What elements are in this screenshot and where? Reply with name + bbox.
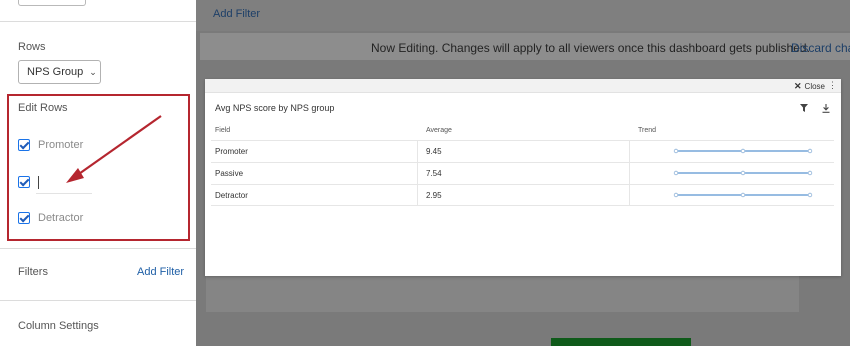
- filters-label: Filters: [18, 266, 48, 278]
- sidebar: Rows NPS Group ⌄ Edit Rows Promoter Detr…: [0, 0, 196, 346]
- row-average: 2.95: [426, 191, 442, 200]
- widget-panel-behind: [206, 272, 799, 312]
- banner-text: Now Editing. Changes will apply to all v…: [371, 41, 810, 55]
- row-average: 9.45: [426, 147, 442, 156]
- download-icon[interactable]: [822, 104, 830, 113]
- table-header: Field Average Trend: [211, 123, 834, 140]
- cell-divider: [417, 163, 418, 184]
- table-row: Passive 7.54: [211, 162, 834, 184]
- table-row: Promoter 9.45: [211, 140, 834, 162]
- row-field: Detractor: [215, 191, 248, 200]
- cell-divider: [417, 185, 418, 206]
- rows-label: Rows: [18, 41, 46, 53]
- row-average: 7.54: [426, 169, 442, 178]
- rows-select-value: NPS Group: [27, 66, 84, 78]
- edit-rows-label: Edit Rows: [18, 102, 68, 114]
- editing-banner: Now Editing. Changes will apply to all v…: [200, 33, 850, 60]
- close-button[interactable]: ✕ Close: [794, 81, 825, 92]
- divider: [0, 300, 196, 301]
- filter-toolbar: [196, 0, 850, 31]
- more-options-icon[interactable]: ⋮: [828, 80, 837, 91]
- edit-row-label[interactable]: Detractor: [38, 212, 83, 224]
- divider: [0, 248, 196, 249]
- close-label: Close: [804, 82, 825, 91]
- divider: [0, 21, 196, 22]
- add-filter-link[interactable]: Add Filter: [137, 266, 184, 278]
- checkbox-checked-icon[interactable]: [18, 139, 30, 151]
- edit-row-passive[interactable]: [18, 176, 38, 188]
- checkbox-checked-icon[interactable]: [18, 212, 30, 224]
- publish-button[interactable]: [551, 338, 691, 346]
- discard-changes-link[interactable]: Discard char: [791, 41, 850, 55]
- trend-sparkline: [673, 148, 813, 154]
- column-header-field: Field: [215, 127, 231, 134]
- rows-select[interactable]: NPS Group ⌄: [18, 60, 101, 84]
- widget-title: Avg NPS score by NPS group: [215, 103, 335, 113]
- cell-divider: [417, 141, 418, 162]
- edit-row-label[interactable]: Promoter: [38, 139, 83, 151]
- row-field: Passive: [215, 169, 244, 178]
- trend-sparkline: [673, 192, 813, 198]
- edit-row-promoter[interactable]: Promoter: [18, 139, 83, 151]
- widget-edit-modal: ✕ Close ⋮ Avg NPS score by NPS group Fie…: [205, 79, 841, 276]
- column-header-average: Average: [426, 127, 452, 134]
- chevron-down-icon: ⌄: [89, 66, 97, 77]
- close-icon: ✕: [794, 81, 802, 91]
- table-row: Detractor 2.95: [211, 184, 834, 206]
- text-caret: [38, 176, 39, 189]
- cell-divider: [629, 163, 630, 184]
- top-dropdown-partial[interactable]: [18, 0, 86, 6]
- add-filter-top-link[interactable]: Add Filter: [213, 8, 260, 20]
- column-header-trend: Trend: [638, 127, 657, 134]
- edit-row-detractor[interactable]: Detractor: [18, 212, 83, 224]
- cell-divider: [629, 185, 630, 206]
- nps-table: Field Average Trend Promoter 9.45 Passiv…: [211, 123, 834, 206]
- cell-divider: [629, 141, 630, 162]
- column-settings-label: Column Settings: [18, 320, 99, 332]
- trend-sparkline: [673, 170, 813, 176]
- edit-row-text-input[interactable]: [36, 174, 92, 194]
- checkbox-checked-icon[interactable]: [18, 176, 30, 188]
- row-field: Promoter: [215, 147, 248, 156]
- filter-icon[interactable]: [800, 104, 808, 112]
- modal-header: ✕ Close ⋮: [205, 79, 841, 93]
